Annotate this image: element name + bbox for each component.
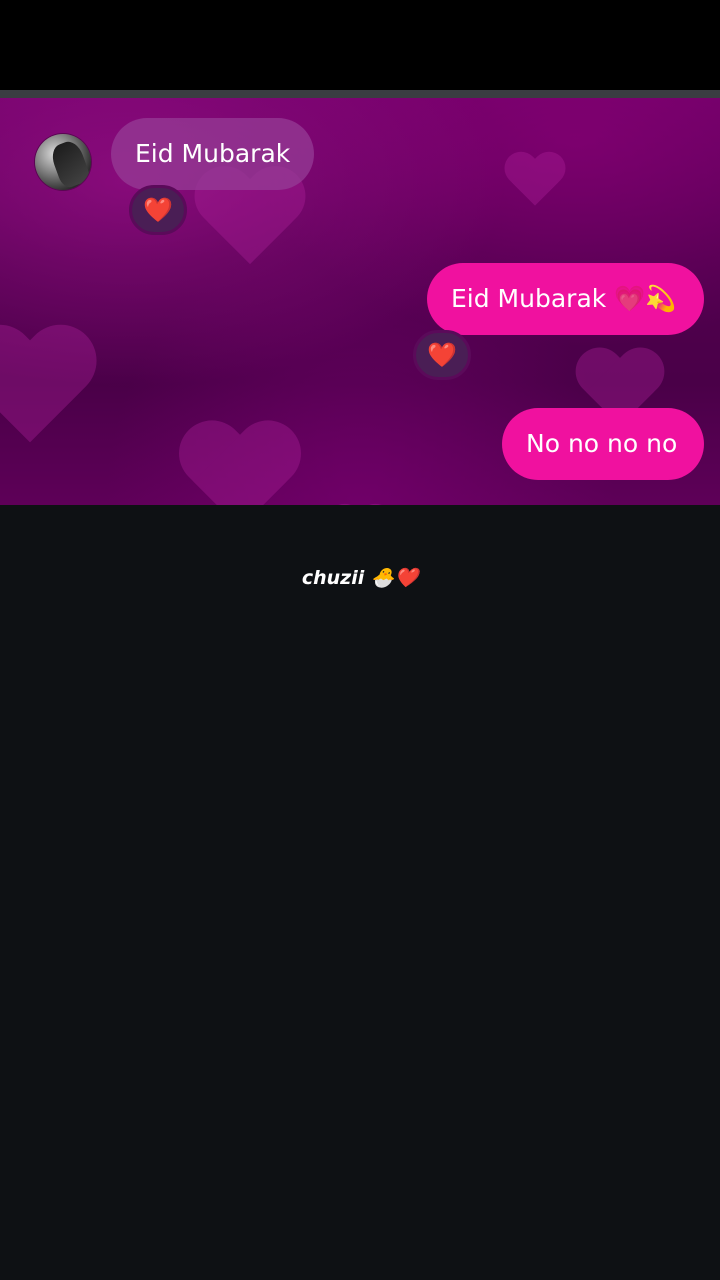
avatar[interactable] [35, 134, 91, 190]
top-divider [0, 90, 720, 98]
incoming-message-bubble[interactable]: Eid Mubarak [111, 118, 314, 190]
heart-reaction-icon[interactable]: ❤️ [129, 185, 187, 235]
outgoing-message-bubble[interactable]: No no no no [502, 408, 704, 480]
caption-text: chuzii 🐣❤️ [301, 567, 419, 589]
background-heart-icon [174, 423, 306, 506]
outgoing-message-bubble[interactable]: Eid Mubarak 💗💫 [427, 263, 704, 335]
background-heart-icon [0, 327, 102, 459]
chat-screenshot: Eid Mubarak ❤️ Eid Mubarak 💗💫 ❤️ No no n… [0, 98, 720, 505]
top-letterbox [0, 0, 720, 90]
background-heart-icon [502, 153, 568, 214]
heart-reaction-icon[interactable]: ❤️ [413, 330, 471, 380]
